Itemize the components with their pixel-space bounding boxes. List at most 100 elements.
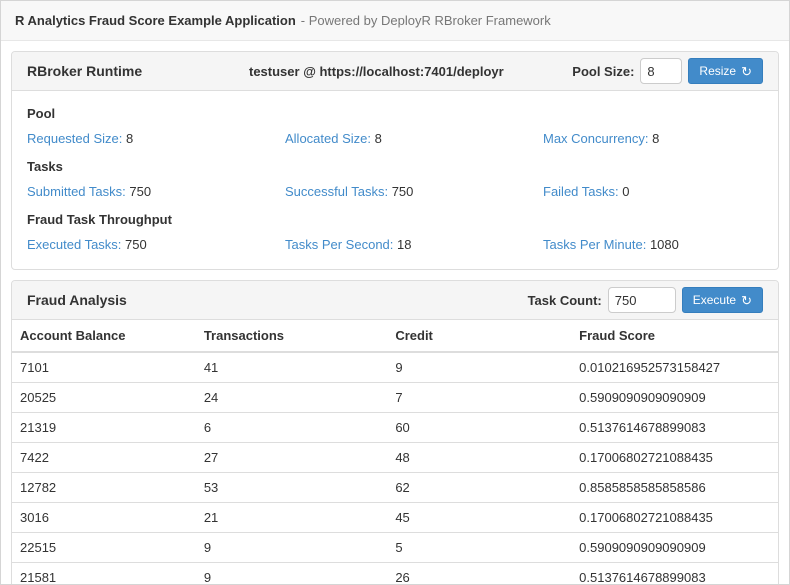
stat: Requested Size: 8	[27, 131, 285, 146]
table-cell: 21581	[12, 563, 196, 585]
table-cell: 7101	[12, 352, 196, 383]
pool-size-label: Pool Size:	[572, 64, 634, 79]
table-row: 1278253620.8585858585858586	[12, 473, 778, 503]
execute-button-label: Execute	[693, 293, 736, 307]
stat-value: 8	[126, 131, 133, 146]
section-heading: Fraud Task Throughput	[27, 212, 763, 227]
stat-label: Tasks Per Second:	[285, 237, 397, 252]
execute-button[interactable]: Execute ↻	[682, 287, 763, 313]
table-cell: 0.5137614678899083	[571, 563, 778, 585]
app-window: R Analytics Fraud Score Example Applicat…	[0, 0, 790, 585]
resize-button-label: Resize	[699, 64, 736, 78]
stat: Tasks Per Minute: 1080	[543, 237, 763, 252]
table-cell: 0.5909090909090909	[571, 533, 778, 563]
stat-value: 750	[392, 184, 414, 199]
table-cell: 12782	[12, 473, 196, 503]
column-header: Fraud Score	[571, 320, 778, 352]
table-cell: 26	[387, 563, 571, 585]
runtime-panel: RBroker Runtime testuser @ https://local…	[11, 51, 779, 270]
table-cell: 53	[196, 473, 388, 503]
stat: Submitted Tasks: 750	[27, 184, 285, 199]
column-header: Account Balance	[12, 320, 196, 352]
table-cell: 0.010216952573158427	[571, 352, 778, 383]
column-header: Credit	[387, 320, 571, 352]
stat-value: 8	[652, 131, 659, 146]
table-cell: 41	[196, 352, 388, 383]
stat: Allocated Size: 8	[285, 131, 543, 146]
table-cell: 9	[196, 563, 388, 585]
refresh-icon: ↻	[741, 65, 752, 78]
stat-label: Allocated Size:	[285, 131, 375, 146]
table-row: 301621450.17006802721088435	[12, 503, 778, 533]
stats-row: Requested Size: 8Allocated Size: 8Max Co…	[27, 131, 763, 146]
table-cell: 9	[196, 533, 388, 563]
section-heading: Tasks	[27, 159, 763, 174]
stat: Max Concurrency: 8	[543, 131, 763, 146]
task-count-input[interactable]	[608, 287, 676, 313]
stat: Tasks Per Second: 18	[285, 237, 543, 252]
table-cell: 6	[196, 413, 388, 443]
stat-value: 750	[125, 237, 147, 252]
app-subtitle: - Powered by DeployR RBroker Framework	[301, 13, 551, 28]
stat: Failed Tasks: 0	[543, 184, 763, 199]
stat-label: Tasks Per Minute:	[543, 237, 650, 252]
runtime-panel-title: RBroker Runtime	[27, 63, 249, 79]
runtime-panel-body: PoolRequested Size: 8Allocated Size: 8Ma…	[12, 91, 778, 269]
refresh-icon: ↻	[741, 294, 752, 307]
table-cell: 27	[196, 443, 388, 473]
analysis-panel-title: Fraud Analysis	[27, 292, 127, 308]
endpoint-text: testuser @ https://localhost:7401/deploy…	[249, 64, 572, 79]
table-cell: 0.17006802721088435	[571, 443, 778, 473]
table-cell: 0.17006802721088435	[571, 503, 778, 533]
table-cell: 60	[387, 413, 571, 443]
table-cell: 9	[387, 352, 571, 383]
table-cell: 0.8585858585858586	[571, 473, 778, 503]
fraud-table-header-row: Account BalanceTransactionsCreditFraud S…	[12, 320, 778, 352]
table-cell: 7422	[12, 443, 196, 473]
app-header: R Analytics Fraud Score Example Applicat…	[1, 1, 789, 41]
stat-value: 750	[129, 184, 151, 199]
section-heading: Pool	[27, 106, 763, 121]
stat-value: 18	[397, 237, 411, 252]
pool-size-input[interactable]	[640, 58, 682, 84]
table-row: 205252470.5909090909090909	[12, 383, 778, 413]
table-row: 215819260.5137614678899083	[12, 563, 778, 585]
table-cell: 0.5137614678899083	[571, 413, 778, 443]
stats-row: Submitted Tasks: 750Successful Tasks: 75…	[27, 184, 763, 199]
stat-label: Requested Size:	[27, 131, 126, 146]
fraud-table-head: Account BalanceTransactionsCreditFraud S…	[12, 320, 778, 352]
table-cell: 24	[196, 383, 388, 413]
column-header: Transactions	[196, 320, 388, 352]
stat-value: 8	[375, 131, 382, 146]
fraud-table: Account BalanceTransactionsCreditFraud S…	[12, 320, 778, 585]
table-cell: 21	[196, 503, 388, 533]
table-row: 213196600.5137614678899083	[12, 413, 778, 443]
stat-label: Successful Tasks:	[285, 184, 392, 199]
stat-label: Max Concurrency:	[543, 131, 652, 146]
table-cell: 5	[387, 533, 571, 563]
table-cell: 45	[387, 503, 571, 533]
table-cell: 0.5909090909090909	[571, 383, 778, 413]
table-cell: 62	[387, 473, 571, 503]
table-cell: 21319	[12, 413, 196, 443]
analysis-panel-heading: Fraud Analysis Task Count: Execute ↻	[12, 281, 778, 320]
resize-button[interactable]: Resize ↻	[688, 58, 763, 84]
task-count-label: Task Count:	[528, 293, 602, 308]
runtime-panel-heading: RBroker Runtime testuser @ https://local…	[12, 52, 778, 91]
analysis-panel: Fraud Analysis Task Count: Execute ↻ Acc…	[11, 280, 779, 585]
stat-label: Failed Tasks:	[543, 184, 622, 199]
stat-label: Submitted Tasks:	[27, 184, 129, 199]
table-row: 22515950.5909090909090909	[12, 533, 778, 563]
stat-label: Executed Tasks:	[27, 237, 125, 252]
table-row: 71014190.010216952573158427	[12, 352, 778, 383]
stat: Executed Tasks: 750	[27, 237, 285, 252]
fraud-table-body: 71014190.010216952573158427205252470.590…	[12, 352, 778, 585]
table-row: 742227480.17006802721088435	[12, 443, 778, 473]
table-cell: 3016	[12, 503, 196, 533]
stat: Successful Tasks: 750	[285, 184, 543, 199]
app-title: R Analytics Fraud Score Example Applicat…	[15, 13, 296, 28]
task-count-controls: Task Count: Execute ↻	[528, 287, 763, 313]
table-cell: 20525	[12, 383, 196, 413]
stats-row: Executed Tasks: 750Tasks Per Second: 18T…	[27, 237, 763, 252]
stat-value: 0	[622, 184, 629, 199]
